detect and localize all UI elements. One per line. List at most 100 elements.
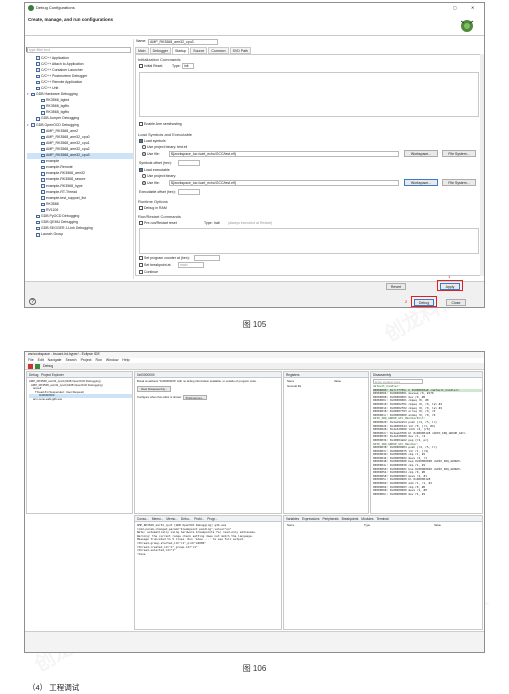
step-marker-1: 1 bbox=[448, 274, 451, 279]
tree-item-label: RK3568_bgfifo bbox=[46, 104, 70, 109]
console-tabs[interactable]: Conso... Memo... Memo... Debu... Probl... Pro… bbox=[135, 516, 281, 522]
tab-svdpath[interactable]: SVD Path bbox=[229, 47, 251, 54]
load-executable-checkbox[interactable]: Load executable bbox=[139, 168, 170, 173]
console-tab[interactable]: Probl... bbox=[194, 517, 204, 521]
launch-config-icon bbox=[31, 123, 35, 127]
set-breakpoint-checkbox[interactable]: Set breakpoint at: bbox=[139, 263, 171, 268]
tree-item-label: example-test_support_list bbox=[46, 195, 86, 200]
run-commands-textarea[interactable] bbox=[139, 228, 479, 254]
config-scrollbar[interactable] bbox=[480, 54, 484, 276]
disassembly-view: Disassembly Enter location here default_… bbox=[370, 371, 483, 514]
symbols-offset-field[interactable] bbox=[178, 160, 200, 166]
variables-tab[interactable]: Modules bbox=[361, 517, 373, 521]
launch-config-icon bbox=[41, 196, 45, 200]
tree-item-label: example bbox=[46, 159, 60, 164]
exec-use-file-radio[interactable]: Use file: bbox=[142, 181, 160, 186]
console-tab[interactable]: Progr... bbox=[207, 517, 217, 521]
name-field[interactable]: AMP_RK3568_amr32_cpu3 bbox=[148, 39, 218, 45]
tree-item-label: C/C++ Application bbox=[41, 55, 70, 60]
variables-tab[interactable]: Breakpoints bbox=[342, 517, 359, 521]
console-tab[interactable]: Memo... bbox=[166, 517, 178, 521]
launch-config-icon bbox=[36, 80, 40, 85]
debug-configurations-dialog: Debug Configurations ▢ ✕ Create, manage,… bbox=[24, 2, 485, 308]
breakpoint-field[interactable]: main bbox=[178, 262, 204, 268]
launch-config-icon bbox=[31, 92, 35, 97]
symbols-file-field[interactable]: ${workspace_loc:/uart_echo/GCC/test.elf} bbox=[169, 151, 399, 157]
set-pc-checkbox[interactable]: Set program counter at (hex): bbox=[139, 256, 190, 261]
initial-reset-checkbox[interactable]: Initial Reset. bbox=[139, 64, 163, 69]
dialog-titlebar: Debug Configurations ▢ ✕ bbox=[25, 3, 484, 14]
set-pc-field[interactable] bbox=[194, 255, 220, 261]
editor-view: 0x00000000 Break at address "0x00000000"… bbox=[134, 371, 282, 514]
init-commands-textarea[interactable] bbox=[139, 72, 479, 117]
filter-input[interactable]: type filter text bbox=[27, 47, 131, 53]
variables-tab[interactable]: Peripherals bbox=[322, 517, 338, 521]
tree-item-label: C/C++ Container Launcher bbox=[41, 67, 83, 72]
stop-icon[interactable] bbox=[28, 364, 33, 369]
close-icon[interactable]: ✕ bbox=[471, 5, 474, 11]
tree-item-label: GDB Hardware Debugging bbox=[36, 92, 78, 97]
variables-tab[interactable]: Variables bbox=[286, 517, 299, 521]
type-field[interactable]: init bbox=[182, 63, 194, 69]
symbols-use-file-radio[interactable]: Use file: bbox=[142, 152, 160, 157]
variables-tab[interactable]: Expressions bbox=[302, 517, 319, 521]
variables-view: Variables Expressions Peripherals Breakpoin… bbox=[283, 515, 483, 630]
tree-item[interactable]: Launch Group bbox=[27, 232, 133, 238]
resume-icon[interactable] bbox=[35, 364, 40, 369]
pre-run-type-label: Type: bbox=[204, 221, 213, 225]
exec-project-binary-radio[interactable]: Use project binary: bbox=[142, 174, 176, 179]
variables-tabs[interactable]: Variables Expressions Peripherals Breakpoin… bbox=[284, 516, 482, 522]
tree-item-label: GDB OpenOCD Debugging bbox=[36, 122, 79, 127]
exec-file-field[interactable]: ${workspace_loc:/uart_echo/GCC/test.elf} bbox=[169, 180, 399, 186]
tab-debugger[interactable]: Debugger bbox=[149, 47, 171, 54]
reg-col-name: Name bbox=[287, 380, 295, 383]
launch-config-icon bbox=[36, 62, 40, 66]
tab-source[interactable]: Source bbox=[190, 47, 208, 54]
launch-config-icon bbox=[36, 68, 40, 72]
reg-row-general[interactable]: General Re bbox=[287, 385, 301, 389]
console-tab[interactable]: Debu... bbox=[181, 517, 191, 521]
pre-run-reset-checkbox[interactable]: Pre-run/Restart reset bbox=[139, 221, 177, 226]
preferences-button[interactable]: Preferences... bbox=[183, 395, 207, 400]
tab-main[interactable]: Main bbox=[135, 47, 149, 54]
tab-startup[interactable]: Startup bbox=[171, 47, 190, 54]
debug-in-ram-checkbox[interactable]: Debug in RAM bbox=[139, 206, 167, 211]
pre-run-hint: (always executed at Restart) bbox=[228, 221, 273, 225]
debug-view-tab[interactable]: Debug Project Explorer bbox=[27, 372, 132, 378]
console-tab[interactable]: Conso... bbox=[137, 517, 149, 521]
launch-mode[interactable]: Debug bbox=[43, 364, 53, 369]
disassembly-tab[interactable]: Disassembly bbox=[371, 372, 482, 378]
registers-tab[interactable]: Registers bbox=[284, 372, 368, 378]
exec-filesystem-button[interactable]: File System... bbox=[442, 179, 476, 186]
console-tab[interactable]: Memo... bbox=[152, 517, 164, 521]
figure-106-caption: 图 106 bbox=[242, 664, 267, 673]
minimize-icon[interactable]: ▢ bbox=[453, 5, 457, 11]
tree-item-label: AMP_RK3568_amr32_cpu3 bbox=[46, 153, 90, 158]
launch-config-icon bbox=[36, 214, 40, 219]
help-icon[interactable]: ? bbox=[29, 298, 36, 305]
symbols-project-binary-radio[interactable]: Use project binary: test.elf bbox=[142, 145, 187, 150]
symbols-workspace-button[interactable]: Workspace... bbox=[404, 150, 438, 157]
console-line: ^done bbox=[137, 552, 146, 556]
editor-tab[interactable]: 0x00000000 bbox=[135, 372, 281, 378]
close-button[interactable]: Close bbox=[446, 299, 466, 306]
load-symbols-checkbox[interactable]: Load symbols bbox=[139, 139, 166, 144]
config-tree: C/C++ Application C/C++ Attach to Applica… bbox=[27, 55, 133, 281]
editor-message: Break at address "0x00000000" with no de… bbox=[137, 380, 257, 383]
launch-config-icon bbox=[41, 159, 45, 164]
status-bar bbox=[25, 631, 484, 652]
revert-button[interactable]: Revert bbox=[386, 283, 406, 290]
executable-offset-field[interactable] bbox=[178, 189, 200, 195]
arm-semihosting-checkbox[interactable]: Enable Arm semihosting bbox=[139, 122, 182, 127]
tab-common[interactable]: Common bbox=[208, 47, 229, 54]
executable-offset-label: Executable offset (hex): bbox=[139, 190, 176, 194]
continue-checkbox[interactable]: Continue bbox=[139, 270, 158, 275]
launch-config-icon bbox=[41, 172, 45, 176]
location-input[interactable]: Enter location here bbox=[373, 379, 423, 384]
view-disassembly-button[interactable]: View Disassembly... bbox=[137, 386, 171, 392]
symbols-filesystem-button[interactable]: File System... bbox=[442, 150, 476, 157]
debug-tree-item[interactable]: arm-none-eabi-gdb.exe bbox=[29, 398, 132, 402]
exec-workspace-button[interactable]: Workspace... bbox=[404, 179, 438, 186]
tree-item-label: RK3568_bgled bbox=[46, 98, 70, 103]
variables-tab[interactable]: Terminal bbox=[376, 517, 388, 521]
